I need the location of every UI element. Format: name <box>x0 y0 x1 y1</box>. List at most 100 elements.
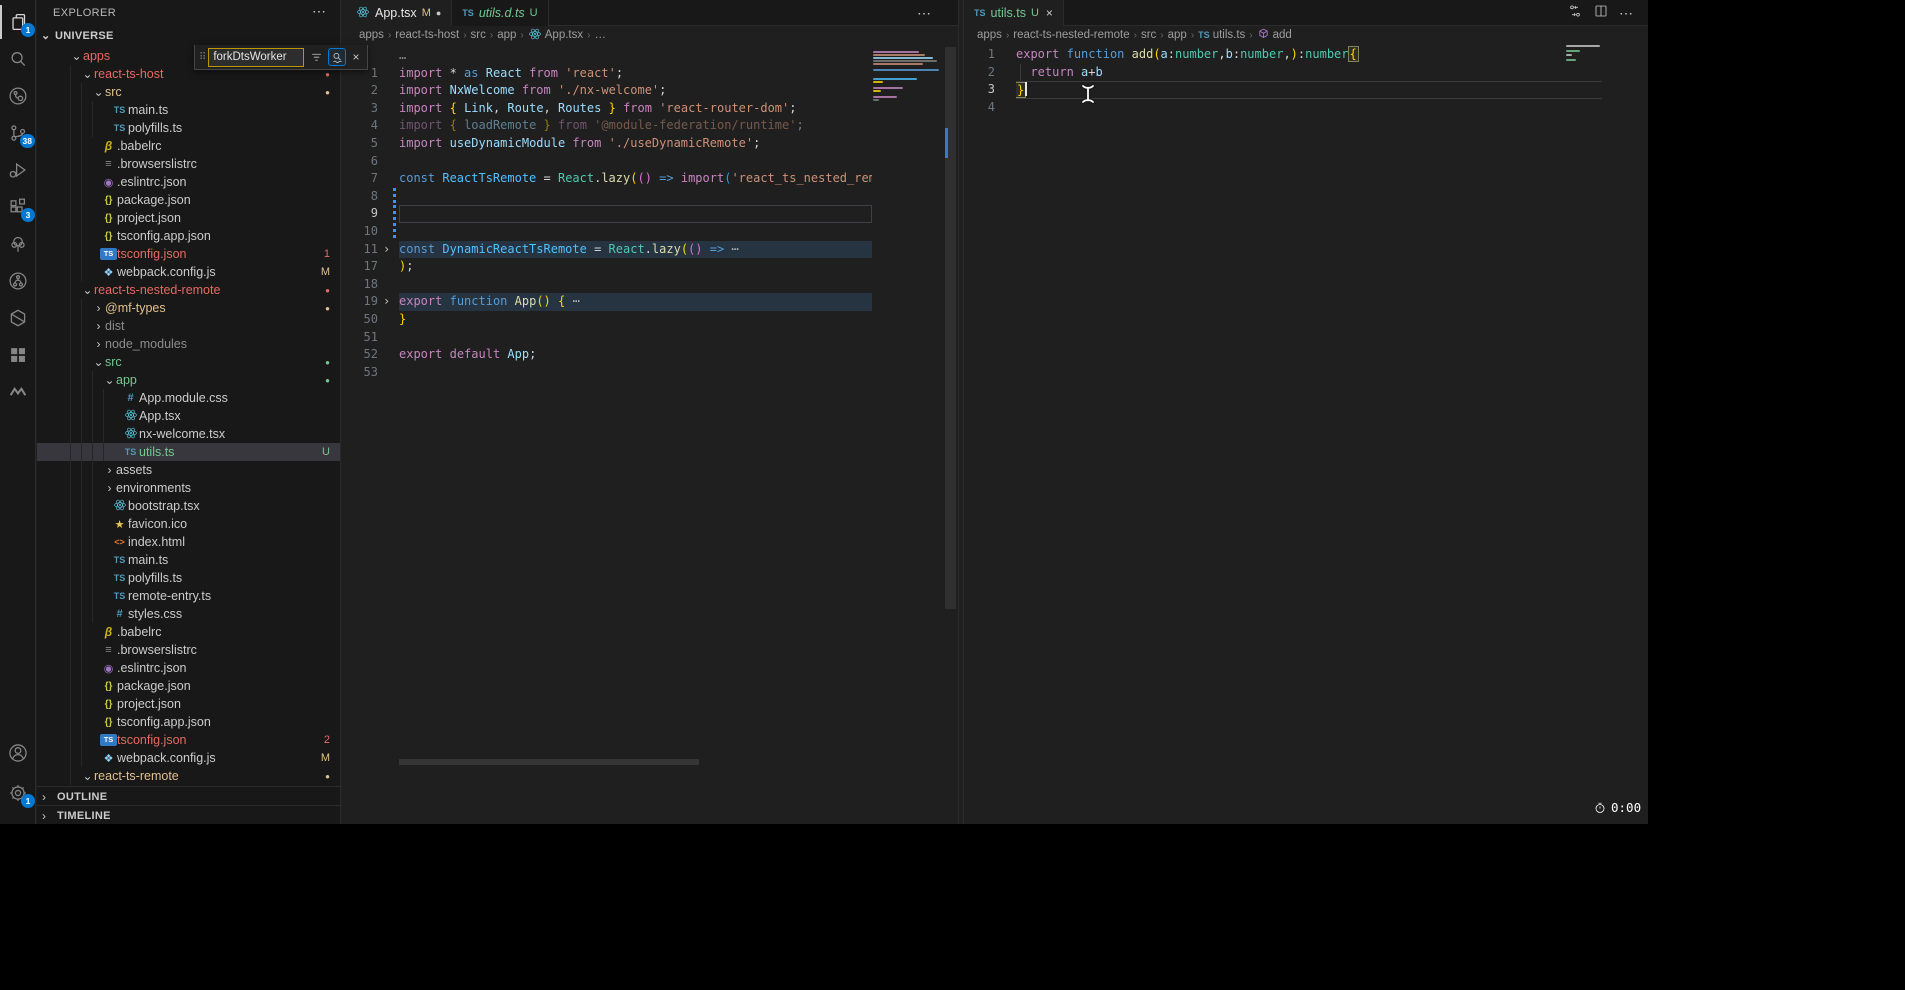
clock-icon <box>1594 802 1606 814</box>
breadcrumb-item-App.tsx[interactable]: App.tsx <box>528 27 583 44</box>
minimap-line <box>873 96 897 98</box>
tree-item-tsconfig.app.json[interactable]: {}tsconfig.app.json <box>37 713 340 731</box>
breadcrumb-item-app[interactable]: app <box>1168 29 1187 41</box>
filter-icon[interactable] <box>307 48 325 66</box>
tree-item-project.json[interactable]: {}project.json <box>37 695 340 713</box>
activity-item-extensions[interactable]: 3 <box>0 190 36 224</box>
vscode-window: 13831 EXPLORER ⋯ ⌄ UNIVERSE ⠿ × ⌄apps⌄re… <box>0 0 1648 824</box>
breadcrumb-item-src[interactable]: src <box>471 29 486 41</box>
tree-item-App.tsx[interactable]: App.tsx <box>37 407 340 425</box>
tree-item-src[interactable]: ⌄src● <box>37 83 340 101</box>
tree-item-.eslintrc.json[interactable]: ◉.eslintrc.json <box>37 173 340 191</box>
tree-item-main.ts[interactable]: TSmain.ts <box>37 551 340 569</box>
tab-App.tsx[interactable]: App.tsxM● <box>346 0 452 26</box>
breadcrumb-item-src[interactable]: src <box>1141 29 1156 41</box>
tree-item-tsconfig.json[interactable]: TStsconfig.json1 <box>37 245 340 263</box>
fold-chevron-icon[interactable]: › <box>383 293 390 311</box>
tree-item-polyfills.ts[interactable]: TSpolyfills.ts <box>37 569 340 587</box>
panel-timeline[interactable]: ›TIMELINE <box>37 805 340 824</box>
breadcrumb-item-add[interactable]: add <box>1257 27 1292 43</box>
minimap-line <box>873 99 879 101</box>
tree-item-App.module.css[interactable]: #App.module.css <box>37 389 340 407</box>
activity-item-project-manager[interactable] <box>0 338 36 372</box>
breadcrumb-item-apps[interactable]: apps <box>359 29 384 41</box>
tree-item-package.json[interactable]: {}package.json <box>37 677 340 695</box>
code-line-text <box>399 276 872 294</box>
recording-timer: 0:00 <box>1594 800 1641 815</box>
tree-item-project.json[interactable]: {}project.json <box>37 209 340 227</box>
activity-item-nx-console[interactable] <box>0 301 36 335</box>
tree-item-dist[interactable]: ›dist <box>37 317 340 335</box>
tab-utils.d.ts[interactable]: TSutils.d.tsU <box>452 0 548 26</box>
tree-item-app[interactable]: ⌄app● <box>37 371 340 389</box>
tree-item-label: environments <box>116 481 191 495</box>
line-number: 4 <box>964 99 995 117</box>
tree-item-environments[interactable]: ›environments <box>37 479 340 497</box>
activity-item-settings[interactable]: 1 <box>0 776 36 810</box>
tree-item-bootstrap.tsx[interactable]: bootstrap.tsx <box>37 497 340 515</box>
code-editor-right[interactable]: 1export function add(a:number,b:number,)… <box>964 46 1648 116</box>
tree-item-.browserslistrc[interactable]: ≡.browserslistrc <box>37 155 340 173</box>
breadcrumb-item-apps[interactable]: apps <box>977 29 1002 41</box>
fold-chevron-icon[interactable]: › <box>383 241 390 259</box>
tree-item-webpack.config.js[interactable]: ❖webpack.config.jsM <box>37 263 340 281</box>
tab-label: App.tsx <box>375 6 417 20</box>
close-icon[interactable]: × <box>1046 6 1053 20</box>
activity-item-todo-tree[interactable] <box>0 227 36 261</box>
tree-item-node_modules[interactable]: ›node_modules <box>37 335 340 353</box>
tree-item-styles.css[interactable]: #styles.css <box>37 605 340 623</box>
more-actions-icon[interactable]: ⋯ <box>1619 5 1634 22</box>
breadcrumb-item-app[interactable]: app <box>497 29 516 41</box>
activity-item-source-control[interactable]: 38 <box>0 116 36 150</box>
activity-item-accounts[interactable] <box>0 736 36 770</box>
horizontal-scrollbar[interactable] <box>399 759 699 765</box>
account-icon <box>7 742 29 764</box>
line-number: 2 <box>964 64 995 82</box>
activity-item-project-graph[interactable] <box>0 79 36 113</box>
activity-item-search[interactable] <box>0 42 36 76</box>
tree-item-remote-entry.ts[interactable]: TSremote-entry.ts <box>37 587 340 605</box>
tree-item-utils.ts[interactable]: TSutils.tsU <box>37 443 340 461</box>
tree-item-nx-welcome.tsx[interactable]: nx-welcome.tsx <box>37 425 340 443</box>
activity-item-run-and-debug[interactable] <box>0 153 36 187</box>
breadcrumb-item-react-ts-host[interactable]: react-ts-host <box>395 29 459 41</box>
tree-item-tsconfig.json[interactable]: TStsconfig.json2 <box>37 731 340 749</box>
tree-item-webpack.config.js[interactable]: ❖webpack.config.jsM <box>37 749 340 767</box>
activity-item-git-graph[interactable] <box>0 264 36 298</box>
breadcrumb-item-…[interactable]: … <box>594 29 606 41</box>
tree-item-.eslintrc.json[interactable]: ◉.eslintrc.json <box>37 659 340 677</box>
sidebar-more-actions-icon[interactable]: ⋯ <box>312 3 326 20</box>
tree-item-assets[interactable]: ›assets <box>37 461 340 479</box>
tree-item-.babelrc[interactable]: β.babelrc <box>37 623 340 641</box>
tree-item-main.ts[interactable]: TSmain.ts <box>37 101 340 119</box>
split-icon[interactable] <box>1593 3 1609 24</box>
tree-item-.babelrc[interactable]: β.babelrc <box>37 137 340 155</box>
tree-item-src[interactable]: ⌄src● <box>37 353 340 371</box>
breadcrumb-item-utils.ts[interactable]: TSutils.ts <box>1198 29 1245 41</box>
drag-grip-icon[interactable]: ⠿ <box>199 52 205 63</box>
panel-outline[interactable]: ›OUTLINE <box>37 786 340 805</box>
code-editor-left[interactable]: …1import * as React from 'react';2import… <box>346 47 958 381</box>
workspace-section-header[interactable]: ⌄ UNIVERSE <box>37 27 340 46</box>
swap-icon[interactable] <box>1567 3 1583 24</box>
tree-find-input[interactable] <box>208 48 304 67</box>
tree-item-package.json[interactable]: {}package.json <box>37 191 340 209</box>
close-icon[interactable]: × <box>349 50 363 64</box>
tree-item-polyfills.ts[interactable]: TSpolyfills.ts <box>37 119 340 137</box>
tree-item-index.html[interactable]: <>index.html <box>37 533 340 551</box>
indent-guide <box>70 335 81 353</box>
tab-utils.ts[interactable]: TSutils.tsU× <box>964 0 1064 26</box>
tree-item-.browserslistrc[interactable]: ≡.browserslistrc <box>37 641 340 659</box>
code-line-text: … <box>399 47 872 65</box>
fuzzy-search-icon[interactable] <box>328 48 346 66</box>
tree-item-react-ts-nested-remote[interactable]: ⌄react-ts-nested-remote● <box>37 281 340 299</box>
breadcrumb-item-react-ts-nested-remote[interactable]: react-ts-nested-remote <box>1013 29 1129 41</box>
tree-item-favicon.ico[interactable]: ★favicon.ico <box>37 515 340 533</box>
activity-item-wallaby[interactable] <box>0 375 36 409</box>
tree-item-react-ts-remote[interactable]: ⌄react-ts-remote● <box>37 767 340 785</box>
dirty-dot-icon: ● <box>436 8 441 18</box>
more-actions-icon[interactable]: ⋯ <box>917 5 932 22</box>
tree-item-tsconfig.app.json[interactable]: {}tsconfig.app.json <box>37 227 340 245</box>
tree-item-@mf-types[interactable]: ›@mf-types● <box>37 299 340 317</box>
activity-item-explorer[interactable]: 1 <box>0 5 36 39</box>
